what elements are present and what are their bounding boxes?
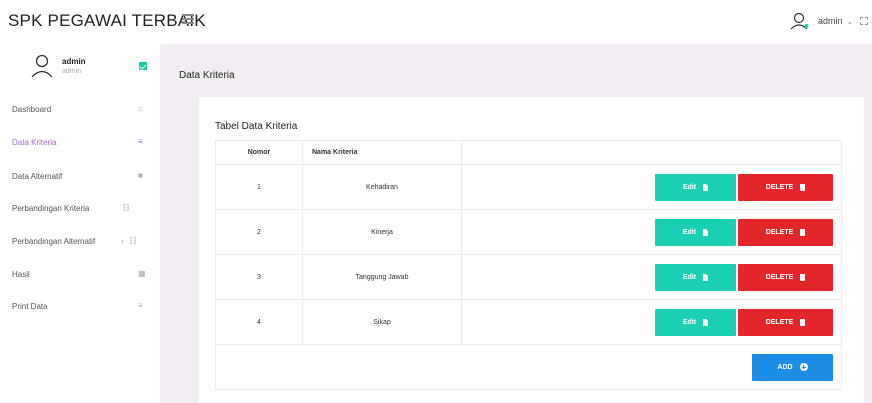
cell-nama-kriteria: Tanggung Jawab bbox=[302, 254, 462, 300]
sidebar-item-label: Data Kriteria bbox=[12, 137, 57, 147]
trash-icon bbox=[800, 273, 806, 281]
sidebar-item-label: Hasil bbox=[12, 269, 30, 279]
cell-nomor: 4 bbox=[215, 299, 303, 345]
page-title: Data Kriteria bbox=[179, 70, 235, 81]
hamburger-menu-icon[interactable] bbox=[182, 14, 194, 24]
cell-nama-kriteria: Kinerja bbox=[302, 209, 462, 255]
delete-label: DELETE bbox=[765, 318, 794, 326]
column-header-nama-kriteria: Nama Kriteria bbox=[302, 140, 462, 165]
cell-actions: Edit DELETE bbox=[461, 254, 842, 300]
add-label: ADD bbox=[777, 363, 793, 371]
add-row: ADD bbox=[215, 344, 842, 390]
main-content: Data Kriteria Tabel Data Kriteria Nomor … bbox=[160, 44, 872, 403]
column-header-actions bbox=[461, 140, 842, 165]
table-row: 1 Kehadiran Edit DELETE bbox=[215, 164, 842, 210]
sidebar-item-label: Print Data bbox=[12, 301, 48, 311]
sidebar-item-label: Data Alternatif bbox=[12, 171, 63, 181]
chevron-left-icon: ‹ bbox=[121, 236, 124, 246]
delete-label: DELETE bbox=[765, 273, 794, 281]
sidebar-item-dashboard[interactable]: Dashboard ⌂ bbox=[0, 99, 160, 119]
edit-button[interactable]: Edit bbox=[655, 218, 736, 246]
cell-nama-kriteria: Kehadiran bbox=[302, 164, 462, 210]
menu-icon: ≡ bbox=[138, 137, 143, 146]
sidebar-item-hasil[interactable]: Hasil ▦ bbox=[0, 264, 160, 284]
sidebar-item-perbandingan-kriteria[interactable]: Perbandingan Kriteria ⁅⁆ bbox=[0, 198, 160, 218]
cell-actions: Edit DELETE bbox=[461, 164, 842, 210]
file-icon bbox=[703, 273, 709, 281]
sidebar-item-print-data[interactable]: Print Data ≡ bbox=[0, 296, 160, 316]
file-icon bbox=[703, 183, 709, 191]
user-name: admin bbox=[818, 16, 843, 26]
top-navbar: SPK PEGAWAI TERBAIK admin ⌄ bbox=[0, 0, 872, 44]
compare-icon: ⁅⁆ bbox=[130, 236, 137, 245]
cell-nomor: 3 bbox=[215, 254, 303, 300]
column-header-nomor: Nomor bbox=[215, 140, 303, 165]
delete-button[interactable]: DELETE bbox=[738, 263, 833, 291]
cell-actions: Edit DELETE bbox=[461, 299, 842, 345]
trash-icon bbox=[800, 183, 806, 191]
avatar-icon bbox=[31, 54, 53, 78]
table-row: 2 Kinerja Edit DELETE bbox=[215, 209, 842, 255]
app-title[interactable]: SPK PEGAWAI TERBAIK bbox=[8, 11, 206, 31]
kriteria-table: Nomor Nama Kriteria 1 Kehadiran Edit DELE… bbox=[215, 140, 842, 390]
online-check-icon bbox=[139, 62, 147, 70]
trash-icon bbox=[800, 228, 806, 236]
edit-button[interactable]: Edit bbox=[655, 308, 736, 336]
user-dropdown[interactable]: admin ⌄ bbox=[790, 10, 853, 32]
cell-actions: Edit DELETE bbox=[461, 209, 842, 255]
plus-circle-icon bbox=[799, 363, 808, 371]
table-row: 3 Tanggung Jawab Edit DELETE bbox=[215, 254, 842, 300]
sidebar-item-label: Perbandingan Kriteria bbox=[12, 203, 90, 213]
delete-button[interactable]: DELETE bbox=[738, 218, 833, 246]
card-title: Tabel Data Kriteria bbox=[215, 121, 298, 132]
delete-label: DELETE bbox=[765, 228, 794, 236]
sidebar-item-data-kriteria[interactable]: Data Kriteria ≡ bbox=[0, 132, 160, 152]
fullscreen-icon[interactable] bbox=[860, 17, 868, 25]
user-icon bbox=[790, 12, 809, 30]
edit-label: Edit bbox=[682, 318, 697, 326]
add-button[interactable]: ADD bbox=[752, 353, 833, 381]
edit-button[interactable]: Edit bbox=[655, 263, 736, 291]
edit-button[interactable]: Edit bbox=[655, 173, 736, 201]
edit-label: Edit bbox=[682, 228, 697, 236]
delete-label: DELETE bbox=[765, 183, 794, 191]
sidebar-item-label: Dashboard bbox=[12, 104, 52, 114]
profile-name: admin bbox=[62, 57, 86, 66]
cell-nama-kriteria: Sikap bbox=[302, 299, 462, 345]
delete-button[interactable]: DELETE bbox=[738, 308, 833, 336]
table-row: 4 Sikap Edit DELETE bbox=[215, 299, 842, 345]
sidebar-item-data-alternatif[interactable]: Data Alternatif ■ bbox=[0, 166, 160, 186]
edit-label: Edit bbox=[682, 183, 697, 191]
delete-button[interactable]: DELETE bbox=[738, 173, 833, 201]
edit-label: Edit bbox=[682, 273, 697, 281]
sidebar-item-label: Perbandingan Alternatif bbox=[12, 236, 96, 246]
file-icon bbox=[703, 318, 709, 326]
menu-icon: ≡ bbox=[138, 301, 143, 310]
sidebar-item-perbandingan-alternatif[interactable]: Perbandingan Alternatif ‹ ⁅⁆ bbox=[0, 231, 160, 251]
database-icon: ■ bbox=[138, 171, 143, 180]
cell-nomor: 1 bbox=[215, 164, 303, 210]
trash-icon bbox=[800, 318, 806, 326]
cell-nomor: 2 bbox=[215, 209, 303, 255]
profile-role: admin bbox=[62, 68, 82, 75]
table-header-row: Nomor Nama Kriteria bbox=[215, 140, 842, 165]
table-icon: ▦ bbox=[138, 269, 146, 278]
sidebar-profile[interactable]: admin admin bbox=[0, 44, 160, 92]
compare-icon: ⁅⁆ bbox=[123, 203, 130, 212]
chevron-down-icon: ⌄ bbox=[846, 16, 854, 26]
kriteria-card: Tabel Data Kriteria Nomor Nama Kriteria … bbox=[199, 97, 864, 403]
file-icon bbox=[703, 228, 709, 236]
home-icon: ⌂ bbox=[138, 104, 143, 113]
cell-add: ADD bbox=[215, 344, 842, 390]
sidebar: admin admin Dashboard ⌂ Data Kriteria ≡ … bbox=[0, 44, 160, 403]
